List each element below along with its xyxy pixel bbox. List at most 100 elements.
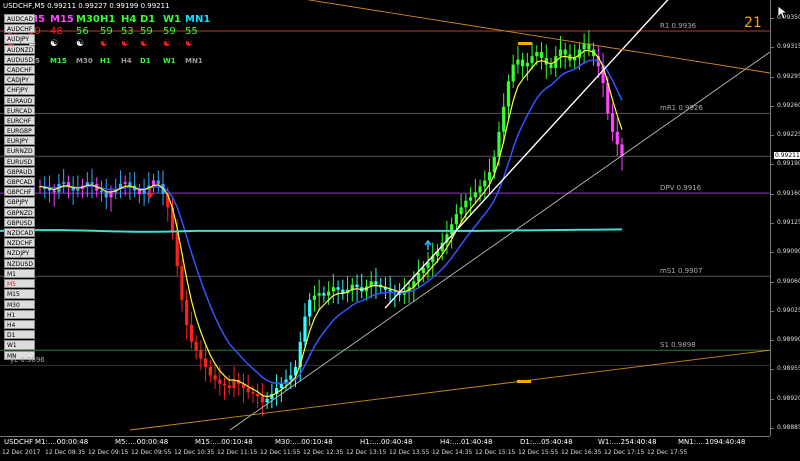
candle-body	[204, 358, 208, 367]
strength-footer-tf-8: MN1	[185, 57, 203, 65]
price-label: 0.99190	[777, 160, 800, 168]
time-label: 12 Dec 11:15	[217, 449, 258, 456]
price-tick	[771, 135, 774, 137]
symbol-button-nzdjpy[interactable]: NZDJPY	[4, 248, 35, 258]
price-label: 0.99125	[777, 219, 800, 226]
symbol-button-audjpy[interactable]: AUDJPY	[4, 34, 35, 44]
price-tick	[771, 281, 774, 283]
price-chart[interactable]	[0, 0, 770, 436]
candle-body	[123, 182, 127, 184]
symbol-button-gbpusd[interactable]: GBPUSD	[4, 217, 35, 227]
timer-7: D1:....05:40:48	[520, 438, 573, 446]
price-axis[interactable]: 0.99350 0.99315 0.99295 0.99260 0.99225 0.991…	[770, 0, 800, 436]
strength-value-3: 56	[76, 26, 89, 37]
symbol-button-eurnzd[interactable]: EURNZD	[4, 146, 35, 156]
marker-high	[518, 42, 532, 45]
candle-body	[355, 284, 359, 288]
price-tick	[771, 310, 774, 312]
trendline-orange-low	[129, 349, 770, 431]
timeframe-button-w1[interactable]: W1	[4, 340, 35, 350]
level-label-4: S1 0.9898	[660, 341, 696, 350]
strength-footer-tf-5: H4	[121, 57, 132, 65]
symbol-button-audcad[interactable]: AUDCAD	[4, 14, 35, 24]
yinyang-icon-6: ☯	[140, 39, 149, 49]
timeframe-button-m1[interactable]: M1	[4, 269, 35, 279]
symbol-button-eurgbp[interactable]: EURGBP	[4, 126, 35, 136]
symbol-button-nzdchf[interactable]: NZDCHF	[4, 238, 35, 248]
price-tick	[771, 398, 774, 400]
symbol-button-gbpnzd[interactable]: GBPNZD	[4, 207, 35, 217]
candle-body	[327, 291, 331, 296]
candle-body	[563, 49, 567, 55]
symbol-button-nzdusd[interactable]: NZDUSD	[4, 258, 35, 268]
strength-footer-tf-2: M15	[50, 57, 67, 65]
timer-6: H4:....01:40:48	[440, 438, 493, 446]
candle-body	[208, 367, 212, 376]
symbol-button-eurjpy[interactable]: EURJPY	[4, 136, 35, 146]
time-axis[interactable]: 12 Dec 2017 12 Dec 08:35 12 Dec 09:15 12 De…	[0, 448, 770, 461]
price-label: 0.98885	[777, 424, 800, 431]
price-tick	[771, 105, 774, 107]
strength-header-2: M15	[50, 14, 74, 25]
timer-1: M1:....00:00:48	[35, 438, 89, 446]
candle-body	[478, 186, 482, 193]
symbol-button-cadjpy[interactable]: CADJPY	[4, 75, 35, 85]
buy-arrow-icon	[424, 239, 432, 250]
strength-value-7: 59	[163, 26, 176, 37]
candle-body	[558, 49, 563, 57]
candle-body	[289, 375, 293, 380]
price-label: 0.98990	[777, 336, 800, 344]
yinyang-icon-4: ☯	[100, 39, 109, 49]
timeframe-button-d1[interactable]: D1	[4, 330, 35, 340]
symbol-button-gbpjpy[interactable]: GBPJPY	[4, 197, 35, 207]
time-label: 12 Dec 13:55	[389, 449, 430, 456]
sell-arrow-icon	[146, 188, 154, 199]
candle-body	[615, 131, 619, 145]
price-label: 0.99225	[777, 131, 800, 139]
price-label: 0.99060	[777, 277, 800, 285]
strength-footer-tf-7: W1	[163, 57, 176, 65]
symbol-button-gbpaud[interactable]: GBPAUD	[4, 166, 35, 176]
mouse-cursor-icon	[778, 6, 788, 20]
symbol-button-eurchf[interactable]: EURCHF	[4, 115, 35, 126]
candle-body	[199, 350, 203, 359]
marker-low	[517, 380, 531, 383]
candle-body	[251, 392, 255, 394]
timeframe-button-m15[interactable]: M15	[4, 289, 35, 299]
symbol-button-eurcad[interactable]: EURCAD	[4, 105, 35, 115]
symbol-button-audchf[interactable]: AUDCHF	[4, 24, 35, 34]
symbol-button-cadchf[interactable]: CADCHF	[4, 64, 35, 75]
time-label: 12 Dec 2017	[2, 449, 41, 456]
candle-body	[256, 393, 260, 397]
price-tick	[771, 18, 774, 19]
candle-body	[535, 52, 539, 57]
symbol-button-audusd[interactable]: AUDUSD	[4, 54, 35, 64]
symbol-button-nzdcad[interactable]: NZDCAD	[4, 227, 35, 238]
level-label-5: yL 0.9896	[10, 356, 45, 365]
candle-body	[610, 113, 615, 132]
price-tick	[771, 340, 774, 342]
trendline-white	[384, 0, 669, 309]
timeframe-button-h4[interactable]: H4	[4, 319, 35, 330]
symbol-button-audnzd[interactable]: AUDNZD	[4, 44, 35, 54]
symbol-button-eurusd[interactable]: EURUSD	[4, 156, 35, 166]
timeframe-button-m5[interactable]: M5	[4, 279, 35, 289]
symbol-button-euraud[interactable]: EURAUD	[4, 95, 35, 105]
candle-body	[218, 379, 222, 384]
candle-body	[213, 375, 217, 380]
symbol-button-gbpcad[interactable]: GBPCAD	[4, 177, 35, 187]
candle-body	[109, 192, 113, 198]
symbol-button-gbpchf[interactable]: GBPCHF	[4, 187, 35, 197]
timer-3: M15:....00:10:48	[195, 438, 253, 446]
price-label: 0.99025	[777, 306, 800, 314]
candle-body	[52, 190, 56, 193]
candle-body	[156, 180, 160, 184]
timeframe-button-m30[interactable]: M30	[4, 299, 35, 309]
candle-body	[222, 383, 227, 386]
candle-body	[331, 287, 335, 292]
candle-body	[459, 207, 463, 215]
symbol-button-chfjpy[interactable]: CHFJPY	[4, 85, 35, 95]
price-label: 0.98955	[777, 365, 800, 373]
candle-body	[502, 106, 506, 132]
timeframe-button-h1[interactable]: H1	[4, 309, 35, 319]
